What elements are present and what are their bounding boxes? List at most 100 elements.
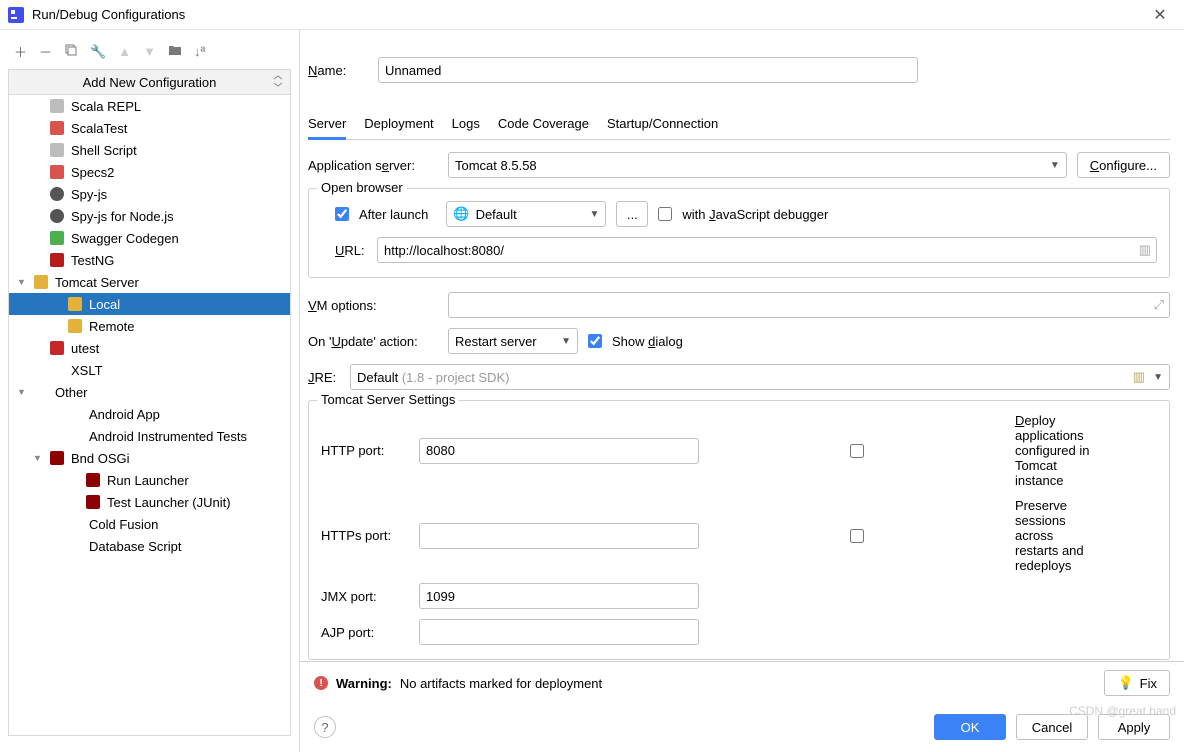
preserve-sessions-checkbox[interactable] [717, 529, 997, 543]
tree-item-spy-js-for-node-js[interactable]: Spy-js for Node.js [9, 205, 290, 227]
tab-server[interactable]: Server [308, 110, 346, 140]
name-field[interactable] [378, 57, 918, 83]
cancel-button[interactable]: Cancel [1016, 714, 1088, 740]
tab-startup-connection[interactable]: Startup/Connection [607, 110, 718, 139]
tree-item-scala-repl[interactable]: Scala REPL [9, 95, 290, 117]
deploy-tomcat-label: Deploy applications configured in Tomcat… [1015, 413, 1095, 488]
close-icon[interactable]: ✕ [1144, 5, 1176, 25]
copy-icon[interactable] [64, 43, 78, 60]
wrench-icon[interactable]: 🔧 [90, 44, 106, 60]
tree-item-utest[interactable]: utest [9, 337, 290, 359]
tree-item-swagger-codegen[interactable]: Swagger Codegen [9, 227, 290, 249]
up-icon[interactable]: ▲ [118, 44, 131, 59]
add-icon[interactable]: ＋ [14, 42, 27, 61]
tree-item-xslt[interactable]: XSLT [9, 359, 290, 381]
config-type-icon [67, 428, 83, 444]
config-type-icon [49, 98, 65, 114]
app-server-select[interactable]: Tomcat 8.5.58 ▼ [448, 152, 1067, 178]
config-type-icon [85, 472, 101, 488]
tree-item-label: Local [89, 297, 120, 312]
after-launch-label: After launch [359, 207, 428, 222]
config-type-icon [49, 450, 65, 466]
right-pane: Name: Store as project file ⚙ ServerDepl… [300, 30, 1184, 752]
config-type-icon [67, 516, 83, 532]
tree-item-label: Android App [89, 407, 160, 422]
tree-item-run-launcher[interactable]: Run Launcher [9, 469, 290, 491]
js-debugger-checkbox[interactable] [658, 207, 672, 221]
config-type-icon [49, 252, 65, 268]
tree-item-label: Remote [89, 319, 135, 334]
tree-item-android-app[interactable]: Android App [9, 403, 290, 425]
tree-item-label: XSLT [71, 363, 103, 378]
tree-item-label: Run Launcher [107, 473, 189, 488]
tab-code-coverage[interactable]: Code Coverage [498, 110, 589, 139]
store-project-checkbox[interactable] [932, 63, 1184, 77]
jmx-port-field[interactable] [419, 583, 699, 609]
tree-item-label: Cold Fusion [89, 517, 158, 532]
browser-select[interactable]: 🌐Default ▼ [446, 201, 606, 227]
tree-item-cold-fusion[interactable]: Cold Fusion [9, 513, 290, 535]
config-type-icon [33, 274, 49, 290]
tree-item-label: Spy-js for Node.js [71, 209, 174, 224]
tree-item-test-launcher-junit-[interactable]: Test Launcher (JUnit) [9, 491, 290, 513]
tree-item-android-instrumented-tests[interactable]: Android Instrumented Tests [9, 425, 290, 447]
configure-button[interactable]: Configure... [1077, 152, 1170, 178]
ajp-port-field[interactable] [419, 619, 699, 645]
tab-deployment[interactable]: Deployment [364, 110, 433, 139]
tree-item-other[interactable]: ▼Other [9, 381, 290, 403]
sort-icon[interactable]: ↓ª [194, 44, 205, 59]
fix-button[interactable]: 💡 Fix [1104, 670, 1170, 696]
config-type-icon [49, 120, 65, 136]
tree-item-spy-js[interactable]: Spy-js [9, 183, 290, 205]
tree-item-scalatest[interactable]: ScalaTest [9, 117, 290, 139]
https-port-field[interactable] [419, 523, 699, 549]
folder-icon[interactable] [168, 43, 182, 60]
apply-button[interactable]: Apply [1098, 714, 1170, 740]
tree-item-specs2[interactable]: Specs2 [9, 161, 290, 183]
help-button[interactable]: ? [314, 716, 336, 738]
after-launch-checkbox[interactable] [335, 207, 349, 221]
titlebar: Run/Debug Configurations ✕ [0, 0, 1184, 30]
tree-item-tomcat-server[interactable]: ▼Tomcat Server [9, 271, 290, 293]
chevron-down-icon: ▼ [1153, 372, 1163, 383]
tree-item-remote[interactable]: Remote [9, 315, 290, 337]
tab-logs[interactable]: Logs [452, 110, 480, 139]
tree-item-label: Android Instrumented Tests [89, 429, 247, 444]
warning-bar: ! Warning: No artifacts marked for deplo… [300, 661, 1184, 704]
config-type-icon [49, 164, 65, 180]
tree-item-label: Shell Script [71, 143, 137, 158]
deploy-tomcat-checkbox[interactable] [717, 444, 997, 458]
config-toolbar: ＋ － 🔧 ▲ ▼ ↓ª [8, 38, 299, 65]
expand-icon: ▼ [33, 453, 43, 463]
vm-options-field[interactable] [448, 292, 1170, 318]
collapse-icon[interactable] [272, 75, 284, 90]
configuration-tree[interactable]: Scala REPLScalaTestShell ScriptSpecs2Spy… [8, 95, 291, 736]
browse-icon[interactable]: ▥ [1139, 242, 1151, 258]
app-server-label: Application server: [308, 158, 438, 173]
show-dialog-checkbox[interactable] [588, 334, 602, 348]
show-dialog-label: Show dialog [612, 334, 683, 349]
http-port-field[interactable] [419, 438, 699, 464]
url-field[interactable] [377, 237, 1157, 263]
remove-icon[interactable]: － [39, 42, 52, 61]
browse-jre-icon[interactable]: ▥ [1133, 369, 1145, 385]
vm-options-label: VM options: [308, 298, 438, 313]
tree-item-shell-script[interactable]: Shell Script [9, 139, 290, 161]
config-type-icon [49, 208, 65, 224]
jmx-port-label: JMX port: [321, 589, 401, 604]
tree-item-bnd-osgi[interactable]: ▼ Bnd OSGi [9, 447, 290, 469]
down-icon[interactable]: ▼ [143, 44, 156, 59]
tree-item-database-script[interactable]: Database Script [9, 535, 290, 557]
tree-item-local[interactable]: Local [9, 293, 290, 315]
tree-item-label: Bnd OSGi [71, 451, 130, 466]
js-debugger-label: with JavaScript debugger [682, 207, 828, 222]
expand-icon[interactable]: ⤢ [1154, 297, 1164, 313]
ok-button[interactable]: OK [934, 714, 1006, 740]
config-type-icon [85, 494, 101, 510]
url-label: URL: [335, 243, 367, 258]
on-update-select[interactable]: Restart server ▼ [448, 328, 578, 354]
tree-item-testng[interactable]: TestNG [9, 249, 290, 271]
add-new-configuration-header[interactable]: Add New Configuration [8, 69, 291, 95]
jre-select[interactable]: Default (1.8 - project SDK) ▥ ▼ [350, 364, 1170, 390]
browser-more-button[interactable]: ... [616, 201, 648, 227]
